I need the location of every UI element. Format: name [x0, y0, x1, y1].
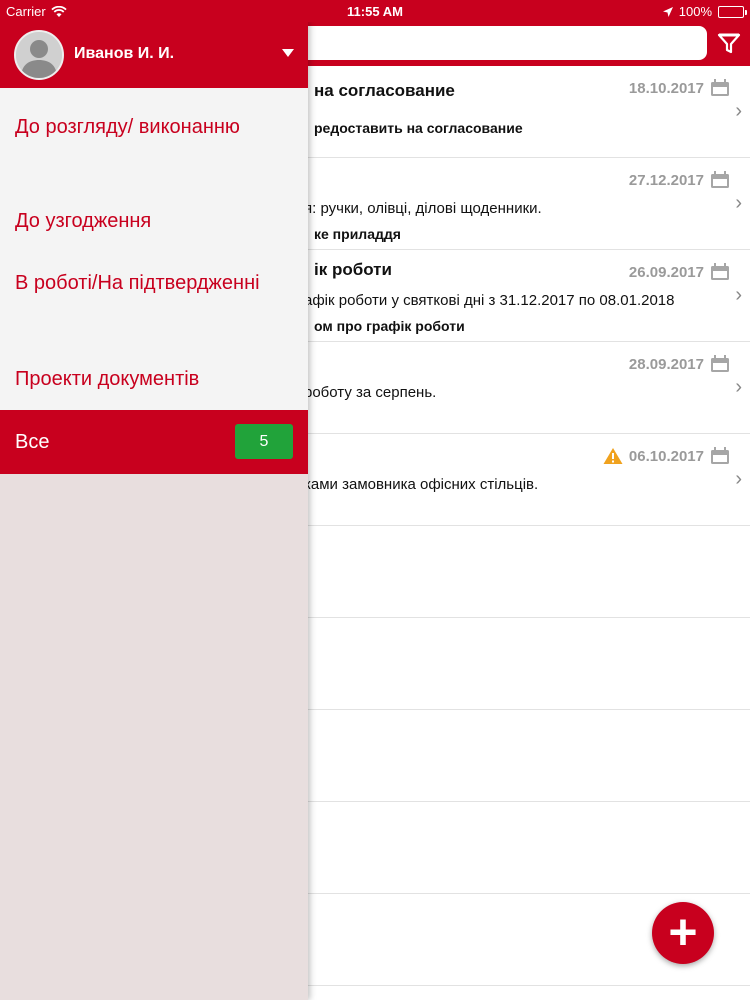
chevron-right-icon: › [735, 192, 742, 214]
caret-down-icon[interactable] [282, 49, 294, 57]
document-subject: ом про графік роботи [314, 318, 465, 334]
menu-item-in-progress[interactable]: В роботі/На підтвердженні [0, 254, 308, 348]
filter-icon[interactable] [716, 30, 742, 56]
document-date: 27.12.2017 [628, 171, 704, 189]
document-date: 06.10.2017 [628, 447, 704, 465]
document-title: на согласование [314, 81, 455, 100]
user-name: Иванов И. И. [74, 45, 175, 62]
calendar-icon [711, 447, 729, 464]
document-meta: 26.09.2017 [629, 263, 730, 281]
calendar-icon [711, 171, 729, 188]
document-description: я: ручки, олівці, ділові щоденники. [304, 200, 542, 217]
calendar-icon [711, 355, 729, 372]
status-time: 11:55 AM [347, 4, 403, 19]
calendar-icon [711, 263, 729, 280]
document-title: ік роботи [314, 260, 392, 279]
document-meta: 28.09.2017 [629, 355, 730, 373]
document-description: роботу за серпень. [304, 384, 437, 401]
menu-item-drafts[interactable]: Проекти документів [0, 348, 308, 410]
document-subject: ке приладдя [314, 226, 401, 242]
count-badge: 5 [235, 424, 293, 459]
drawer-header[interactable]: Иванов И. И. [0, 22, 308, 88]
calendar-icon [711, 79, 729, 96]
battery-icon [718, 5, 747, 18]
menu-item-all[interactable]: Все 5 [0, 410, 308, 474]
document-description: афік роботи у святкові дні з 31.12.2017 … [304, 292, 675, 309]
document-meta: 27.12.2017 [629, 171, 730, 189]
status-bar: Carrier 11:55 AM 100% [0, 0, 750, 22]
chevron-right-icon: › [735, 376, 742, 398]
menu-item-review[interactable]: До розгляду/ виконанню [0, 88, 308, 194]
document-description: ками замовника офісних стільців. [304, 476, 539, 493]
menu-item-label: Все [15, 431, 50, 453]
chevron-right-icon: › [735, 100, 742, 122]
document-meta: 18.10.2017 [629, 79, 730, 97]
menu-item-approval[interactable]: До узгодження [0, 194, 308, 254]
battery-percent: 100% [678, 4, 712, 19]
user-avatar-icon [16, 32, 62, 78]
document-date: 28.09.2017 [628, 355, 704, 373]
document-subject: редоставить на согласование [314, 120, 523, 136]
side-drawer: Иванов И. И. До розгляду/ виконанню До у… [0, 22, 308, 1000]
avatar [14, 30, 64, 80]
document-meta: 06.10.2017 [603, 447, 730, 465]
search-input[interactable] [300, 26, 707, 60]
warning-icon [603, 448, 623, 464]
status-right: 100% [662, 4, 747, 19]
document-date: 18.10.2017 [628, 79, 704, 97]
chevron-right-icon: › [735, 284, 742, 306]
document-date: 26.09.2017 [628, 263, 704, 281]
drawer-menu: До розгляду/ виконанню До узгодження В р… [0, 88, 308, 474]
location-icon [662, 6, 673, 17]
chevron-right-icon: › [735, 468, 742, 490]
add-document-button[interactable]: + [652, 902, 714, 964]
